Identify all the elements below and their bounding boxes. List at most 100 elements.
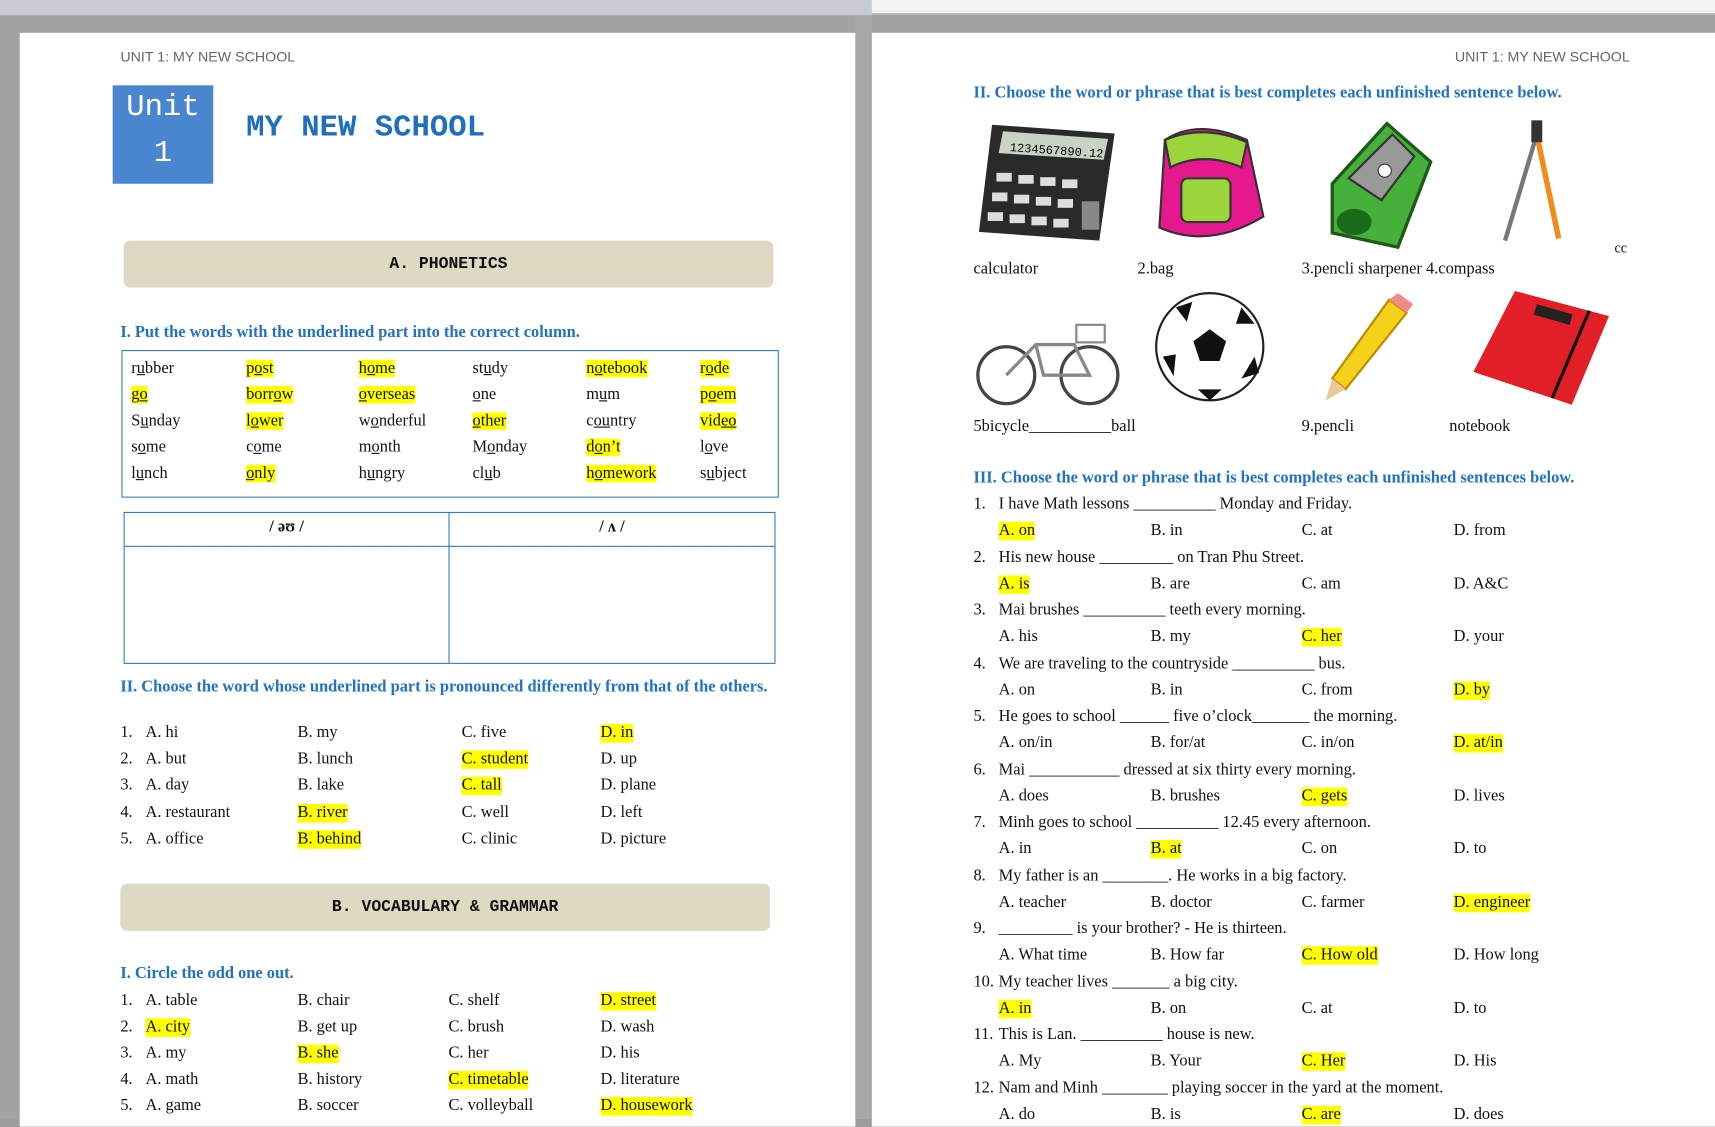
answer-option-highlighted: D. housework [600,1097,693,1116]
answer-option: A. my [145,1044,187,1063]
answer-option: D. left [600,803,643,821]
phonetics-1-heading: I. Put the words with the underlined par… [120,323,580,342]
answer-option: D. picture [600,829,667,848]
underlined-part: o [472,386,481,404]
answer-option: D. plane [600,777,657,795]
answer-option: A. hi [145,724,179,742]
word-item: poem [700,386,737,405]
underlined-part: eo [721,412,737,430]
answer-option: D. lives [1453,787,1505,805]
question-number: 7. [973,813,986,832]
question-text: Minh goes to school __________ 12.45 eve… [998,813,1371,832]
vocab-1-heading: I. Circle the odd one out. [120,964,294,983]
underlined-part: o [705,359,714,378]
word-item: hungry [359,465,405,484]
underlined-part: o [594,464,603,483]
question-text: _________ is your brother? - He is thirt… [998,919,1287,938]
question-number: 3. [973,601,986,620]
answer-option-highlighted: A. is [998,575,1030,594]
label-bag: 2.bag [1137,260,1174,278]
answer-option-highlighted: C. gets [1301,787,1348,806]
answer-option: C. her [448,1044,489,1063]
underlined-part: o [253,438,262,457]
question-number: 10. [973,972,994,991]
answer-option: C. five [461,724,507,742]
answer-option: C. shelf [448,992,500,1010]
question-number: 4. [120,1070,133,1089]
word-item: mum [586,386,620,405]
section-a-banner: A. PHONETICS [123,240,774,288]
answer-option: C. am [1301,575,1341,593]
answer-option: A. do [998,1105,1036,1124]
calculator-image: 1234567890.12 [978,124,1115,241]
answer-option: B. lunch [297,750,354,769]
answer-option: A. on [998,681,1036,699]
word-item: rode [700,359,730,379]
word-item: lunch [131,465,167,484]
answer-option: D. His [1453,1052,1497,1071]
question-text: My father is an ________. He works in a … [998,866,1347,885]
underlined-part: o [472,412,481,430]
word-item: country [586,412,636,431]
word-item: homework [586,464,657,484]
answer-option: D. up [600,750,637,769]
answer-option: C. clinic [461,829,518,848]
question-number: 11. [973,1025,994,1044]
question-number: 9. [973,919,986,938]
word-text: country [586,412,637,430]
question-text: My teacher lives _______ a big city. [998,972,1238,991]
answer-option-highlighted: C. timetable [448,1070,529,1090]
answer-option: B. doctor [1150,893,1212,911]
word-text: video [700,412,737,430]
word-text: only [246,464,276,483]
answer-option: B. chair [297,992,350,1010]
underlined-part: u [706,464,715,483]
question-number: 1. [120,992,133,1010]
question-number: 3. [120,777,133,795]
answer-option: A. office [145,829,204,848]
question-text: This is Lan. __________ house is new. [998,1025,1255,1044]
answer-option: A. table [145,992,198,1010]
underlined-part: o [594,438,603,457]
question-number: 4. [120,803,133,821]
word-item: Monday [473,439,528,458]
pencil-sharpener-image [1330,121,1433,250]
underlined-part: o [250,412,259,430]
pencil-image [1325,293,1414,401]
word-item: notebook [586,359,648,379]
word-item: subject [700,465,746,484]
answer-option: D. How long [1453,946,1539,964]
answer-option-highlighted: D. at/in [1453,734,1503,753]
answer-option: D. does [1453,1105,1504,1124]
question-text: Mai brushes __________ teeth every morni… [998,601,1306,620]
answer-option: D. to [1453,999,1487,1017]
phonetics-2-heading: II. Choose the word whose underlined par… [120,678,768,696]
answer-option: A. does [998,787,1049,805]
answer-option: A. What time [998,946,1088,964]
word-item: home [358,359,396,379]
word-item: rubber [131,360,174,379]
question-text: Nam and Minh ________ playing soccer in … [998,1079,1444,1097]
word-text: lower [246,412,284,430]
word-text: go [131,386,148,404]
underlined-part: u [136,359,145,378]
answer-option: A. My [998,1052,1042,1071]
horizontal-ruler[interactable] [871,0,1715,15]
word-text: Sunday [131,412,181,430]
underlined-part: o [594,359,603,378]
word-item: some [131,439,166,458]
word-table [121,350,779,498]
answer-option: B. soccer [297,1097,359,1115]
word-item: love [700,439,728,458]
question-number: 5. [120,1097,133,1115]
answer-option-highlighted: C. student [461,750,529,770]
underlined-part: o [704,438,713,457]
column-header-ou: / əʊ / [269,518,304,536]
answer-option: B. How far [1150,946,1225,964]
underlined-part: o [246,464,255,483]
word-text: lunch [131,464,168,483]
underlined-part: o [137,438,146,457]
word-item: wonderful [359,412,426,431]
answer-option: B. Your [1150,1052,1202,1071]
answer-option: B. my [1150,628,1191,646]
